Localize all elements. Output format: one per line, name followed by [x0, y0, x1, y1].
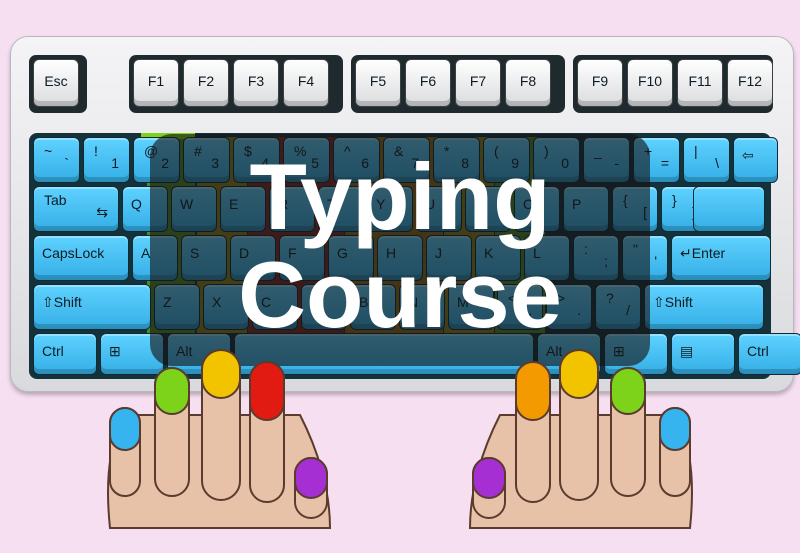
right-pinky-tip — [659, 407, 691, 451]
left-index-tip — [249, 361, 285, 421]
right-index-tip — [515, 361, 551, 421]
left-pinky-tip — [109, 407, 141, 451]
hands-illustration — [107, 349, 693, 529]
left-thumb-tip — [294, 457, 328, 499]
left-middle-tip — [201, 349, 241, 399]
right-middle-tip — [559, 349, 599, 399]
right-ring-tip — [610, 367, 646, 415]
right-thumb-tip — [472, 457, 506, 499]
left-ring-tip — [154, 367, 190, 415]
